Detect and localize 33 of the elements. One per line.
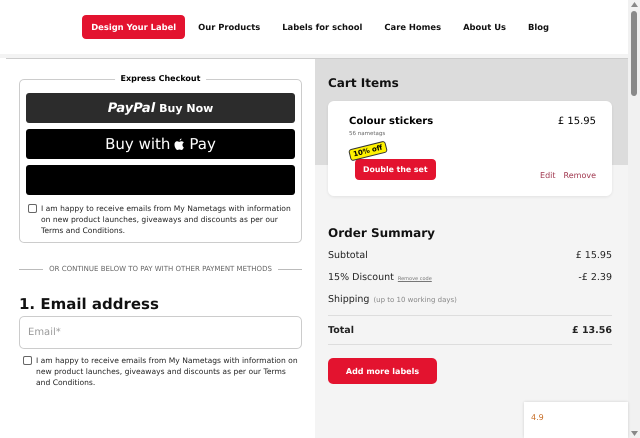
nav-link[interactable]: About Us	[454, 15, 515, 39]
summary-label: Subtotal	[328, 250, 368, 261]
scroll-up-icon[interactable]	[630, 2, 638, 7]
add-more-labels-button[interactable]: Add more labels	[328, 358, 437, 384]
apple-icon	[174, 138, 186, 150]
cart-heading: Cart Items	[328, 76, 400, 90]
summary-value: -£ 2.39	[578, 272, 612, 283]
rating-widget[interactable]: 4.9	[524, 402, 628, 438]
nav-link[interactable]: Labels for school	[273, 15, 372, 39]
total-value: £ 13.56	[572, 325, 612, 336]
summary-label: Shipping	[328, 294, 370, 305]
apple-pay-button[interactable]: Buy with Pay	[26, 129, 295, 159]
scroll-down-icon[interactable]	[630, 431, 638, 436]
item-action-link[interactable]: Remove	[564, 171, 596, 180]
section-heading: 1. Email address	[19, 295, 160, 313]
total-label: Total	[328, 325, 354, 336]
summary-heading: Order Summary	[328, 226, 436, 240]
panel-title: Express Checkout	[114, 74, 206, 83]
email-field[interactable]: Email*	[19, 316, 302, 349]
checkbox[interactable]	[28, 204, 37, 213]
item-name: Colour stickers	[349, 116, 434, 127]
paypal-button[interactable]: PayPal Buy Now	[26, 93, 295, 123]
summary-label: 15% Discount	[328, 272, 394, 283]
item-price: £ 15.95	[558, 116, 596, 127]
nav-link[interactable]: Care Homes	[375, 15, 450, 39]
nav-link[interactable]: Our Products	[189, 15, 270, 39]
checkbox[interactable]	[23, 356, 32, 365]
rating-score: 4.9	[531, 413, 544, 422]
item-action-link[interactable]: Edit	[540, 171, 556, 180]
nav-link[interactable]: Design Your Label	[82, 15, 186, 39]
summary-value: £ 15.95	[576, 250, 612, 261]
scrollbar[interactable]	[628, 0, 640, 438]
nav-link[interactable]: Blog	[518, 15, 558, 39]
